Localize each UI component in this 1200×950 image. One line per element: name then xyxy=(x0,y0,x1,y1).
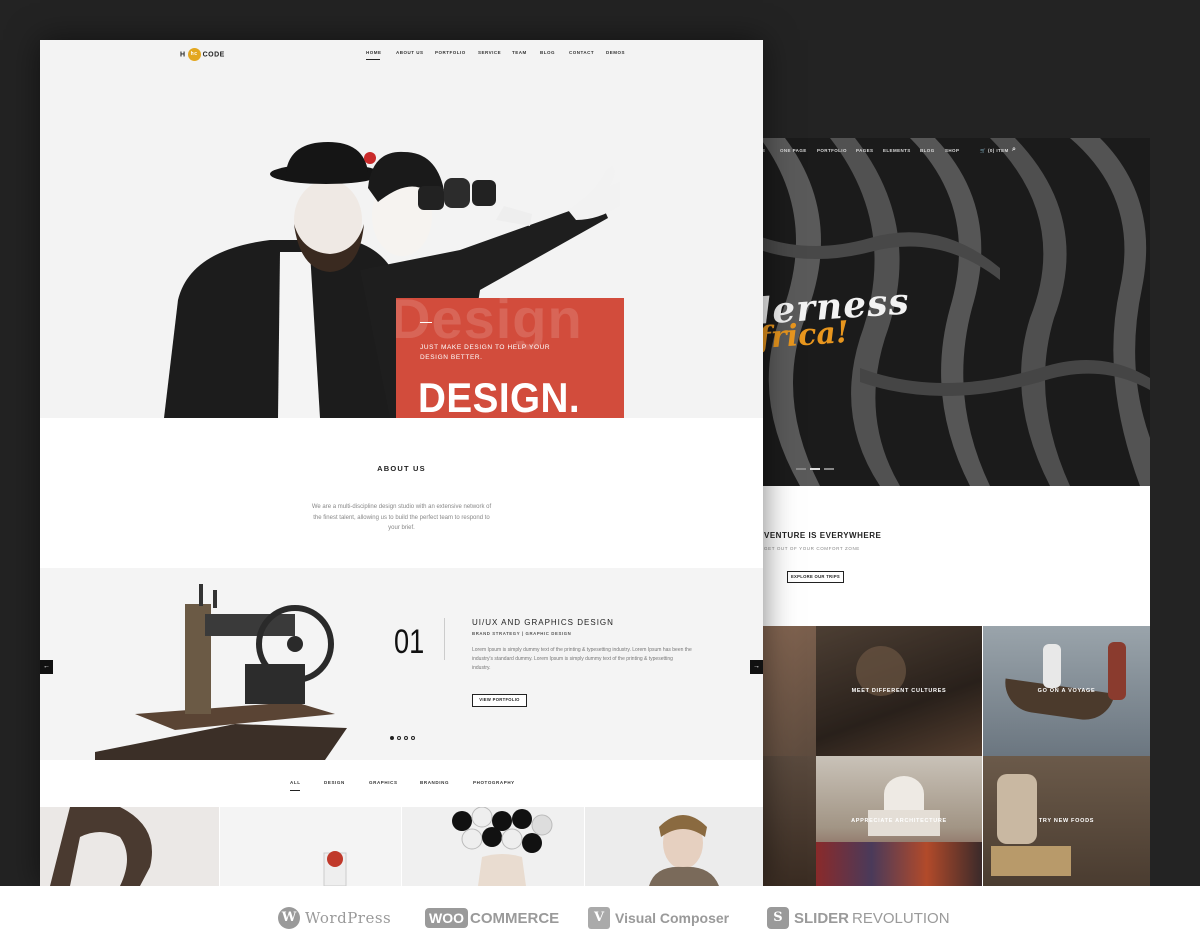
site-logo[interactable]: Hhc CODE xyxy=(180,48,225,62)
travel-hero: E ONE PAGE PORTFOLIO PAGES ELEMENTS BLOG… xyxy=(740,138,1150,486)
arrow-right-icon[interactable]: → xyxy=(750,660,763,674)
hero-script-line-2: frica! xyxy=(756,314,851,357)
design-headline: DESIGN. xyxy=(418,374,581,418)
nav-shop[interactable]: SHOP xyxy=(945,148,959,153)
portfolio-filters: ALL DESIGN GRAPHICS BRANDING PHOTOGRAPHY xyxy=(40,780,763,794)
crowd-image xyxy=(816,842,982,886)
tile-label: APPRECIATE ARCHITECTURE xyxy=(851,818,947,824)
slider-dot-active[interactable] xyxy=(810,468,820,470)
slide-number: 01 xyxy=(394,623,425,661)
services-slider: 01 UI/UX AND GRAPHICS DESIGN BRAND STRAT… xyxy=(40,568,763,760)
basket-image xyxy=(991,846,1071,876)
about-text: We are a multi-discipline design studio … xyxy=(311,504,492,531)
wordpress-icon: W xyxy=(278,907,300,929)
travel-demo-preview: E ONE PAGE PORTFOLIO PAGES ELEMENTS BLOG… xyxy=(740,138,1150,886)
slide-dot[interactable] xyxy=(397,736,401,740)
design-tagline: JUST MAKE DESIGN TO HELP YOUR DESIGN BET… xyxy=(420,344,551,361)
nav-contact[interactable]: CONTACT xyxy=(569,50,594,55)
woocommerce-logo: WOO COMMERCE xyxy=(425,905,559,931)
nav-active-underline xyxy=(366,59,380,60)
filter-graphics[interactable]: GRAPHICS xyxy=(369,780,398,785)
slider-revolution-icon: S xyxy=(767,907,789,929)
tile-meet-cultures[interactable]: MEET DIFFERENT CULTURES xyxy=(816,626,982,756)
tile-architecture[interactable]: APPRECIATE ARCHITECTURE xyxy=(816,756,982,886)
slider-revolution-name: SLIDER xyxy=(794,909,850,927)
nav-home[interactable]: HOME xyxy=(366,50,382,55)
visual-composer-logo: V Visual Composer xyxy=(588,905,729,931)
tile-label: MEET DIFFERENT CULTURES xyxy=(851,688,947,694)
logo-circle: hc xyxy=(187,48,201,61)
about-title: ABOUT US xyxy=(377,464,426,473)
tile-foods[interactable]: TRY NEW FOODS xyxy=(983,756,1150,886)
taj-mahal-image xyxy=(884,776,924,812)
nav-portfolio[interactable]: PORTFOLIO xyxy=(817,148,847,153)
design-card: Design JUST MAKE DESIGN TO HELP YOUR DES… xyxy=(396,298,624,418)
nav-blog[interactable]: BLOG xyxy=(920,148,935,153)
wordpress-name: WordPress xyxy=(305,909,392,927)
slider-dot[interactable] xyxy=(824,468,834,470)
nav-about-us[interactable]: ABOUT US xyxy=(396,50,424,55)
logo-letter: H xyxy=(180,51,186,59)
slide-dot[interactable] xyxy=(404,736,408,740)
tile-label: TRY NEW FOODS xyxy=(1038,818,1095,824)
bottle-image xyxy=(323,851,347,886)
design-card-line xyxy=(420,322,432,323)
nav-one-page[interactable]: ONE PAGE xyxy=(780,148,807,153)
slide-title: UI/UX AND GRAPHICS DESIGN xyxy=(472,618,614,627)
vendor-image xyxy=(997,774,1037,844)
nav-team[interactable]: TEAM xyxy=(512,50,527,55)
filter-branding[interactable]: BRANDING xyxy=(420,780,449,785)
woocommerce-icon: WOO xyxy=(425,908,468,928)
woocommerce-name: COMMERCE xyxy=(470,909,560,927)
slide-dot[interactable] xyxy=(411,736,415,740)
slide-divider xyxy=(444,618,445,660)
filter-photography[interactable]: PHOTOGRAPHY xyxy=(473,780,515,785)
filter-all[interactable]: ALL xyxy=(290,780,301,785)
portfolio-item[interactable] xyxy=(40,807,219,886)
slide-dot-active[interactable] xyxy=(390,736,394,740)
adventure-title: VENTURE IS EVERYWHERE xyxy=(764,531,882,540)
visual-composer-name: Visual Composer xyxy=(615,910,730,926)
portfolio-item[interactable] xyxy=(220,807,401,886)
filter-design[interactable]: DESIGN xyxy=(324,780,345,785)
cart-icon[interactable]: 🛒 xyxy=(980,148,986,154)
slide-text: Lorem Ipsum is simply dummy text of the … xyxy=(472,647,692,671)
portfolio-item[interactable] xyxy=(585,807,763,886)
slider-revolution-logo: S SLIDER REVOLUTION xyxy=(767,905,950,931)
travel-nav: E ONE PAGE PORTFOLIO PAGES ELEMENTS BLOG… xyxy=(740,146,1150,162)
nav-demos[interactable]: DEMOS xyxy=(606,50,625,55)
tile-voyage[interactable]: GO ON A VOYAGE xyxy=(983,626,1150,756)
portfolio-item[interactable] xyxy=(402,806,584,886)
filter-active-underline xyxy=(290,790,300,791)
nav-service[interactable]: SERVICE xyxy=(478,50,501,55)
hcode-demo-preview: Hhc CODE HOME ABOUT US PORTFOLIO SERVICE … xyxy=(40,40,763,886)
slider-dot[interactable] xyxy=(796,468,806,470)
balloons-image xyxy=(452,806,553,886)
nav-blog[interactable]: BLOG xyxy=(540,50,555,55)
search-icon[interactable]: ⌕ xyxy=(1012,146,1016,154)
explore-trips-button[interactable]: EXPLORE OUR TRIPS xyxy=(787,571,844,583)
sewing-machine-image xyxy=(95,584,347,760)
tile-label: GO ON A VOYAGE xyxy=(1037,688,1096,694)
person-image xyxy=(1043,644,1061,688)
hero-section: Hhc CODE HOME ABOUT US PORTFOLIO SERVICE … xyxy=(40,40,763,418)
slide-subtitle: BRAND STRATEGY | GRAPHIC DESIGN xyxy=(472,631,572,636)
visual-composer-icon: V xyxy=(588,907,610,929)
arrow-left-icon[interactable]: ← xyxy=(40,660,53,674)
slider-revolution-suffix: REVOLUTION xyxy=(852,909,950,927)
nav-pages[interactable]: PAGES xyxy=(856,148,873,153)
hand-image xyxy=(50,807,152,886)
adventure-subtitle: GET OUT OF YOUR COMFORT ZONE xyxy=(764,546,860,551)
plugin-logos-bar: W WordPress WOO COMMERCE V Visual Compos… xyxy=(0,886,1200,950)
wordpress-logo: W WordPress xyxy=(278,905,391,931)
logo-word: CODE xyxy=(202,51,225,59)
view-portfolio-button[interactable]: VIEW PORTFOLIO xyxy=(472,694,527,707)
nav-elements[interactable]: ELEMENTS xyxy=(883,148,911,153)
cart-count[interactable]: (0) ITEM xyxy=(988,148,1009,153)
model-image xyxy=(649,815,719,886)
nav-portfolio[interactable]: PORTFOLIO xyxy=(435,50,466,55)
